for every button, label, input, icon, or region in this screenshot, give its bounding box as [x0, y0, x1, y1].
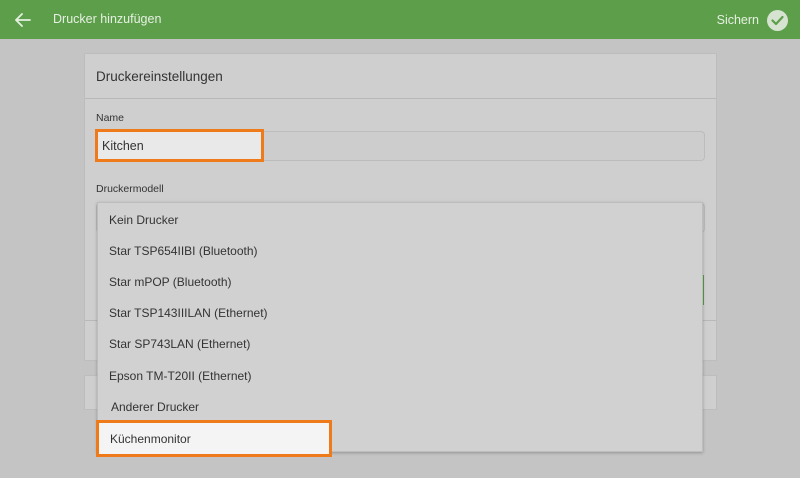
arrow-left-icon — [15, 13, 31, 27]
app-bar: Drucker hinzufügen Sichern — [0, 0, 800, 39]
dropdown-option[interactable]: Star TSP654IIBI (Bluetooth) — [109, 244, 258, 258]
check-circle-icon — [767, 9, 788, 31]
dropdown-option[interactable]: Star TSP143IIILAN (Ethernet) — [109, 306, 268, 320]
save-label: Sichern — [716, 13, 759, 27]
printer-model-dropdown: Kein Drucker Star TSP654IIBI (Bluetooth)… — [97, 202, 703, 452]
dropdown-option-kitchen-monitor[interactable]: Küchenmonitor — [96, 420, 332, 457]
printer-model-label: Druckermodell — [96, 183, 164, 195]
card-divider — [85, 98, 716, 99]
page-title: Drucker hinzufügen — [53, 12, 162, 26]
dropdown-option[interactable]: Kein Drucker — [109, 213, 178, 227]
dropdown-option[interactable]: Anderer Drucker — [111, 400, 199, 414]
dropdown-option[interactable]: Star mPOP (Bluetooth) — [109, 275, 232, 289]
card-title: Druckereinstellungen — [96, 69, 223, 84]
dropdown-option[interactable]: Star SP743LAN (Ethernet) — [109, 337, 250, 351]
save-button[interactable]: Sichern — [717, 8, 788, 32]
name-label: Name — [96, 112, 125, 124]
dropdown-option[interactable]: Epson TM-T20II (Ethernet) — [109, 369, 252, 383]
name-field-value[interactable]: Kitchen — [95, 129, 264, 162]
back-button[interactable] — [8, 5, 38, 35]
